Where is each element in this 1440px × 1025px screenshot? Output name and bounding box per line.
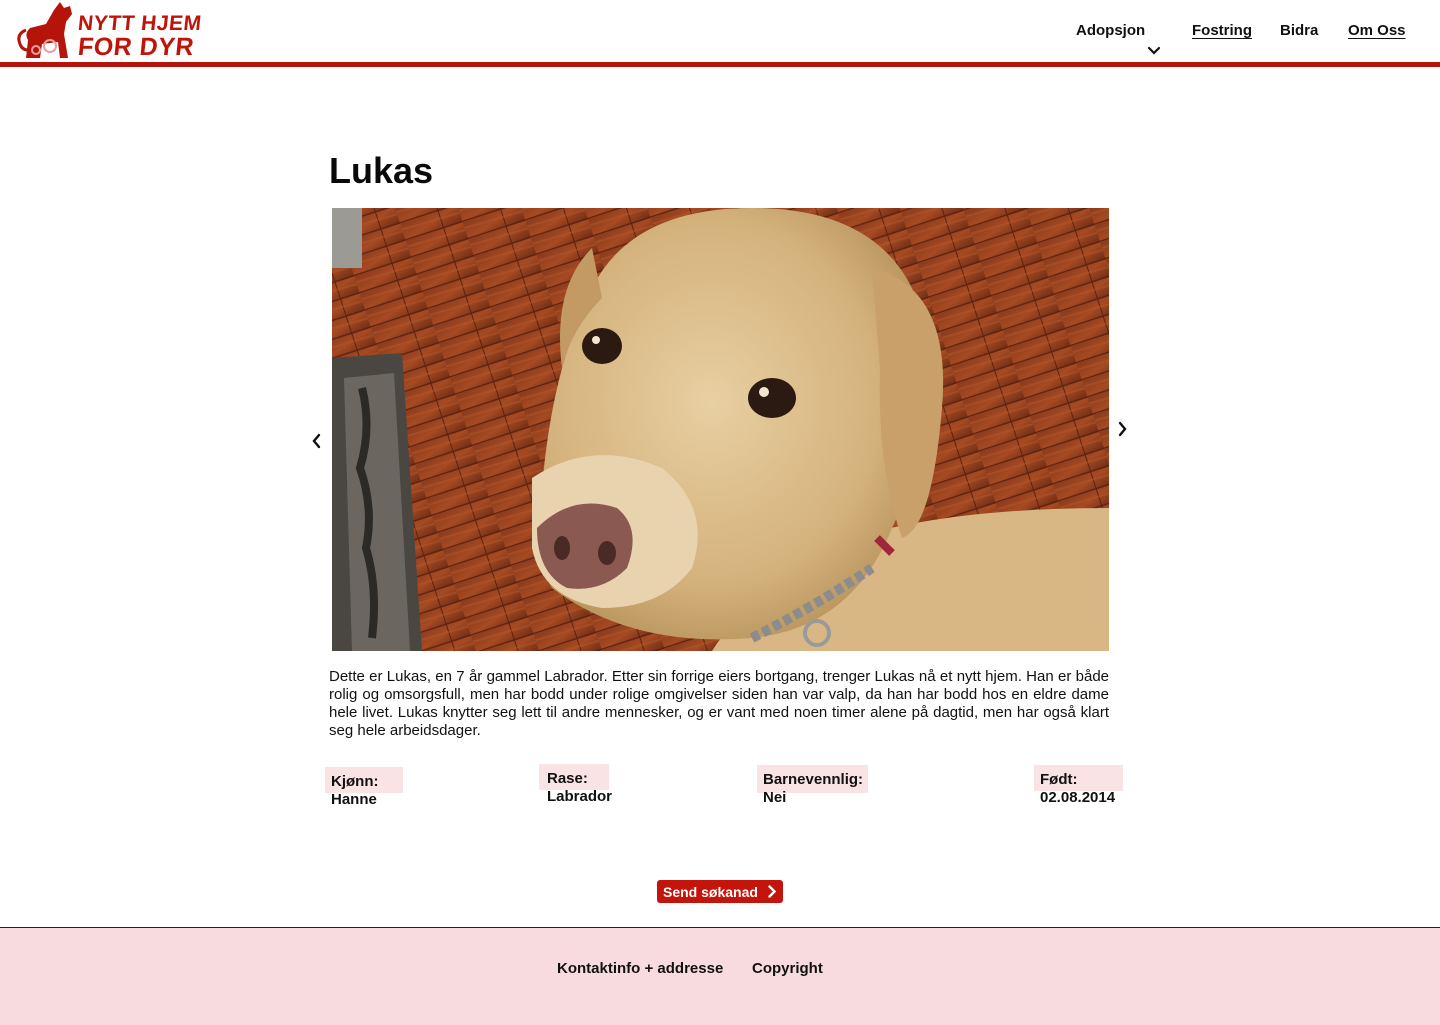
info-gender-label: Kjønn: xyxy=(331,773,379,790)
nav-item-bidra[interactable]: Bidra xyxy=(1280,21,1318,41)
info-birthdate: Født: 02.08.2014 xyxy=(1034,765,1123,807)
info-breed-label: Rase: xyxy=(547,770,588,787)
footer-link-contact[interactable]: Kontaktinfo + addresse xyxy=(557,960,723,977)
footer-link-copyright[interactable]: Copyright xyxy=(752,960,823,977)
chevron-right-icon xyxy=(768,885,777,898)
dog-logo-icon xyxy=(17,2,72,58)
chevron-left-icon[interactable] xyxy=(307,431,327,451)
info-birthdate-label: Født: xyxy=(1040,771,1078,788)
info-birthdate-value: 02.08.2014 xyxy=(1040,789,1116,806)
page-title: Lukas xyxy=(329,150,434,191)
info-breed: Rase: Labrador xyxy=(539,764,613,806)
dog-photo-image xyxy=(332,208,1109,651)
animal-description: Dette er Lukas, en 7 år gammel Labrador.… xyxy=(329,668,1109,739)
chevron-down-icon[interactable] xyxy=(1147,46,1161,56)
send-application-button[interactable]: Send søkanad xyxy=(657,880,783,903)
nav-item-om-oss[interactable]: Om Oss xyxy=(1348,21,1406,41)
info-child-friendly-label: Barnevennlig: xyxy=(763,771,864,788)
dog-photo xyxy=(332,208,1109,651)
info-child-friendly-value: Nei xyxy=(763,789,787,806)
header-divider xyxy=(0,62,1440,67)
nav-item-adopsjon[interactable]: Adopsjon xyxy=(1076,21,1145,41)
site-logo[interactable]: NYTT HJEM FOR DYR xyxy=(12,0,203,61)
info-gender-value: Hanne xyxy=(331,791,377,808)
site-header: NYTT HJEM FOR DYR Adopsjon Fostring Bidr… xyxy=(0,0,1440,62)
send-application-label: Send søkanad xyxy=(663,884,758,900)
info-gender: Kjønn: Hanne xyxy=(325,767,403,809)
chevron-right-icon[interactable] xyxy=(1112,419,1132,439)
logo-text-line2: FOR DYR xyxy=(76,33,196,61)
nav-item-fostring[interactable]: Fostring xyxy=(1192,21,1252,41)
info-breed-value: Labrador xyxy=(547,788,613,805)
site-footer: Kontaktinfo + addresse Copyright xyxy=(0,927,1440,1025)
info-child-friendly: Barnevennlig: Nei xyxy=(757,765,868,807)
